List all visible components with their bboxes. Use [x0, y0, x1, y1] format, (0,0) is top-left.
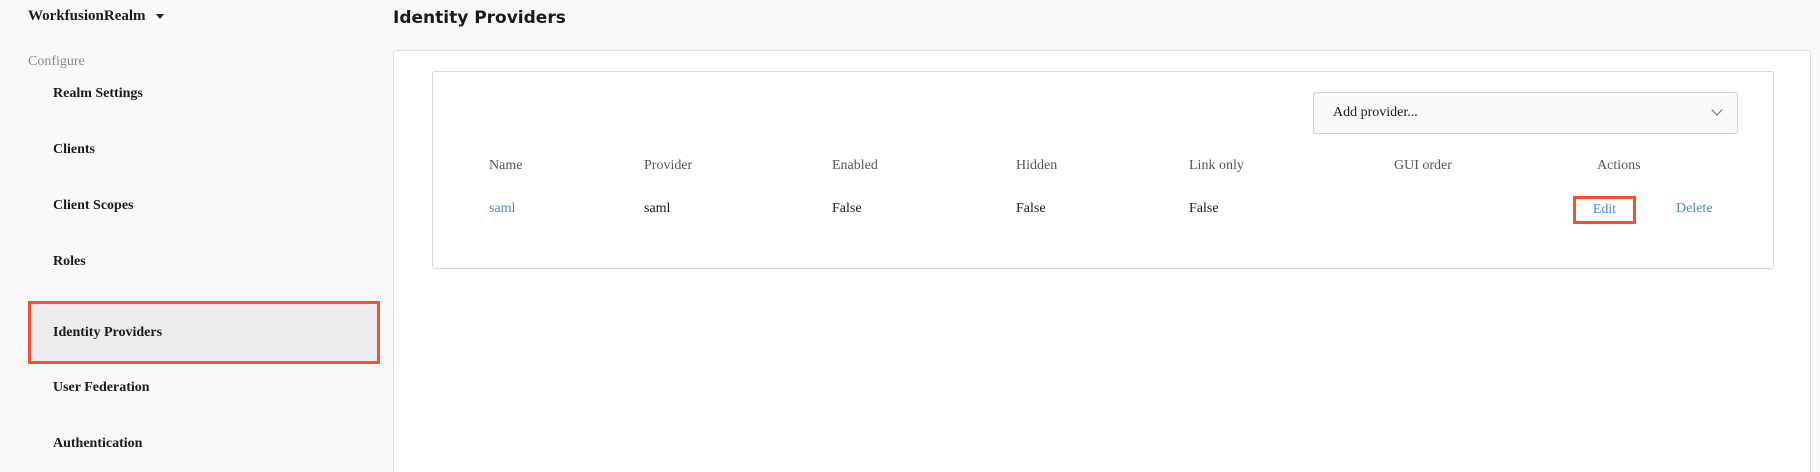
column-header-enabled: Enabled: [832, 158, 878, 173]
realm-selector[interactable]: WorkfusionRealm: [28, 8, 164, 25]
add-provider-placeholder: Add provider...: [1333, 105, 1418, 120]
cell-enabled: False: [832, 201, 862, 216]
column-header-provider: Provider: [644, 158, 693, 173]
sidebar-item-client-scopes[interactable]: Client Scopes: [28, 178, 380, 234]
sidebar-item-roles[interactable]: Roles: [28, 234, 380, 290]
sidebar-item-label: Roles: [53, 254, 86, 269]
sidebar-item-label: Client Scopes: [53, 198, 134, 213]
sidebar-item-label: User Federation: [53, 380, 150, 395]
sidebar: WorkfusionRealm Configure Realm Settings…: [0, 0, 385, 472]
column-header-hidden: Hidden: [1016, 158, 1058, 173]
caret-down-icon: [155, 14, 164, 19]
sidebar-item-label: Authentication: [53, 436, 143, 451]
sidebar-item-realm-settings[interactable]: Realm Settings: [28, 66, 380, 122]
realm-name: WorkfusionRealm: [28, 8, 146, 24]
provider-name-link[interactable]: saml: [489, 201, 515, 217]
chevron-down-icon: [1711, 104, 1723, 116]
providers-card: Add provider... Name Provider Enabled Hi…: [432, 71, 1774, 269]
page-title: Identity Providers: [393, 8, 566, 28]
sidebar-item-user-federation[interactable]: User Federation: [28, 360, 380, 416]
main-panel: Add provider... Name Provider Enabled Hi…: [393, 50, 1811, 472]
delete-button[interactable]: Delete: [1676, 201, 1713, 217]
sidebar-item-authentication[interactable]: Authentication: [28, 416, 380, 472]
sidebar-item-clients[interactable]: Clients: [28, 122, 380, 178]
edit-button[interactable]: Edit: [1573, 196, 1636, 224]
cell-hidden: False: [1016, 201, 1046, 216]
column-header-gui-order: GUI order: [1394, 158, 1452, 173]
column-header-actions: Actions: [1597, 158, 1641, 173]
sidebar-item-label: Identity Providers: [53, 324, 163, 340]
column-header-link-only: Link only: [1189, 158, 1244, 173]
sidebar-item-identity-providers[interactable]: Identity Providers: [28, 301, 380, 364]
add-provider-dropdown[interactable]: Add provider...: [1313, 92, 1738, 134]
sidebar-item-label: Clients: [53, 142, 95, 157]
column-header-name: Name: [489, 158, 523, 173]
cell-link-only: False: [1189, 201, 1219, 216]
sidebar-item-label: Realm Settings: [53, 86, 143, 101]
cell-provider: saml: [644, 201, 671, 216]
